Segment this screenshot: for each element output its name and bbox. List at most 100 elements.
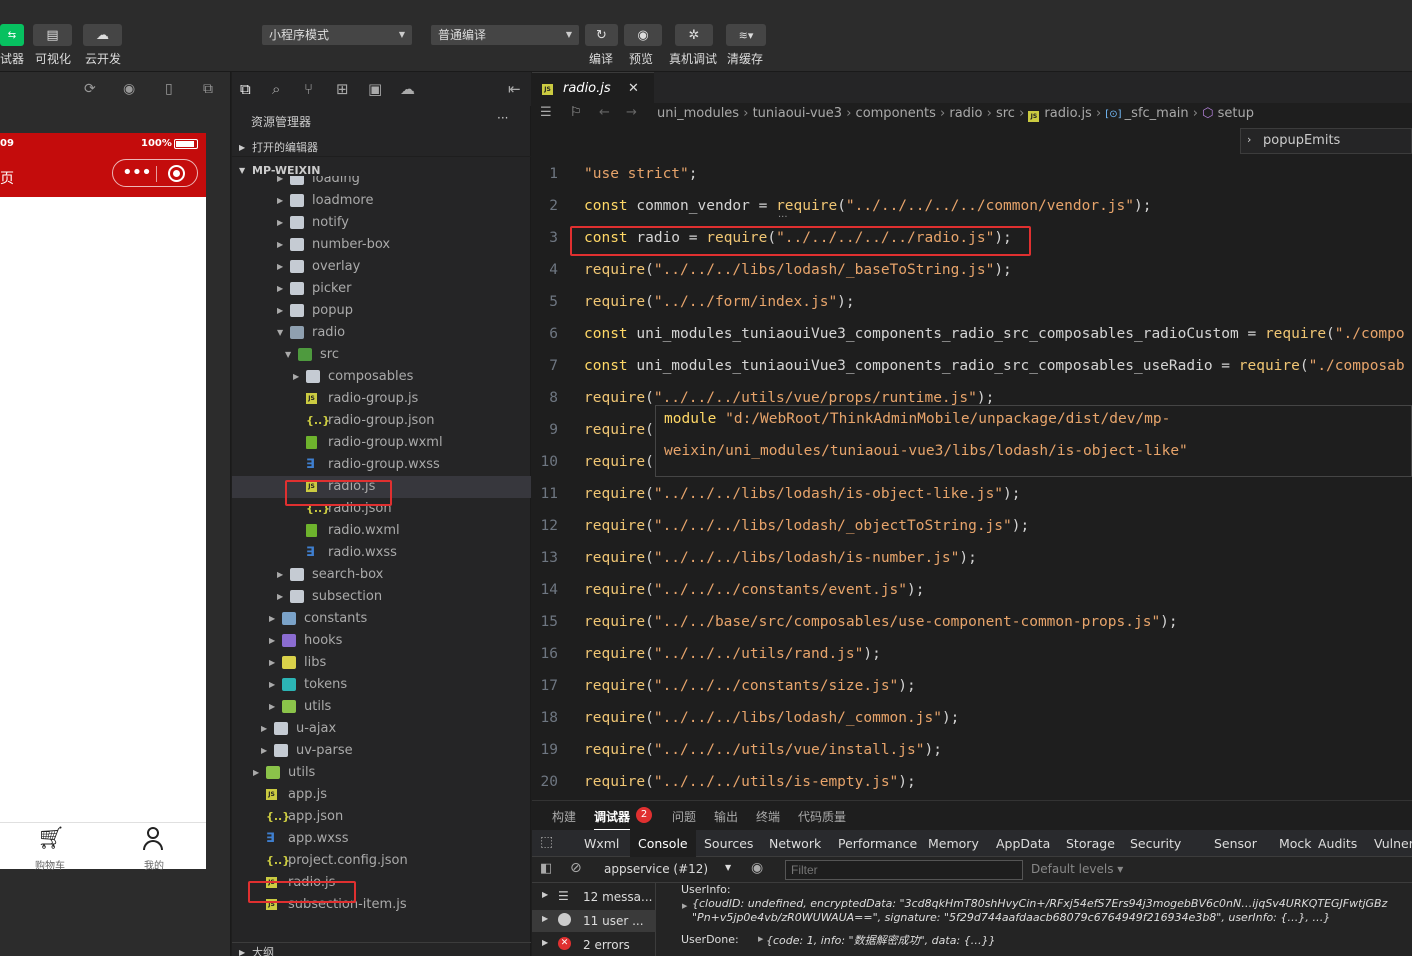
extensions-icon[interactable]: ⊞ bbox=[336, 80, 349, 98]
code-line[interactable]: 11 require("../../../libs/lodash/is-objec… bbox=[532, 478, 1412, 510]
tree-item[interactable]: ∃ radio-group.wxss bbox=[232, 454, 531, 476]
code-line[interactable]: 6 const uni_modules_tuniaouiVue3_componen… bbox=[532, 318, 1412, 350]
devtools-tab[interactable]: Audits bbox=[1318, 830, 1357, 857]
tab-radio-js[interactable]: JS radio.js ✕ bbox=[532, 72, 654, 106]
devtools-tab[interactable]: Vulnera bbox=[1374, 830, 1412, 857]
code-line[interactable]: 7 const uni_modules_tuniaouiVue3_componen… bbox=[532, 350, 1412, 382]
devtools-tab[interactable]: Wxml bbox=[584, 830, 619, 857]
mode-select[interactable]: 小程序模式 ▼ bbox=[262, 25, 412, 45]
collapse-panel-icon[interactable]: ⇤ bbox=[508, 80, 521, 98]
tree-item[interactable]: radio.wxml bbox=[232, 520, 531, 542]
tree-item[interactable]: ▶ number-box bbox=[232, 234, 531, 256]
devtools-tab[interactable]: Network bbox=[769, 830, 821, 857]
clear-console-icon[interactable]: ⊘ bbox=[570, 860, 582, 876]
files-icon[interactable]: ⧉ bbox=[240, 80, 251, 98]
explorer-more-button[interactable]: ··· bbox=[497, 111, 508, 125]
code-line[interactable]: 19 require("../../../utils/vue/install.js… bbox=[532, 734, 1412, 766]
breadcrumb-item[interactable]: src bbox=[996, 106, 1015, 121]
capsule-menu[interactable]: ••• bbox=[112, 159, 198, 187]
tree-item[interactable]: ▶ constants bbox=[232, 608, 531, 630]
tree-item[interactable]: ▶ uv-parse bbox=[232, 740, 531, 762]
outline-section[interactable]: ▶ 大纲 bbox=[232, 942, 531, 956]
compile-select[interactable]: 普通编译 ▼ bbox=[431, 25, 579, 45]
cloud-button[interactable]: ☁ bbox=[83, 24, 122, 46]
breadcrumb-item[interactable]: tuniaoui-vue3 bbox=[753, 106, 843, 121]
log-body-userinfo-1[interactable]: {cloudID: undefined, encryptedData: "3cd… bbox=[692, 897, 1387, 910]
tree-item[interactable]: ▶ utils bbox=[232, 762, 531, 784]
forward-icon[interactable]: → bbox=[626, 105, 637, 120]
breadcrumb-item[interactable]: _sfc_main bbox=[1125, 106, 1189, 121]
tree-item[interactable]: ▶ loading bbox=[232, 176, 531, 190]
source-control-icon[interactable]: ⑂ bbox=[304, 80, 313, 98]
eye-icon[interactable]: ◉ bbox=[751, 860, 763, 876]
tree-item[interactable]: JS radio-group.js bbox=[232, 388, 531, 410]
tree-item[interactable]: ∃ app.wxss bbox=[232, 828, 531, 850]
tree-item[interactable]: radio-group.wxml bbox=[232, 432, 531, 454]
compile-button[interactable]: ↻ bbox=[585, 24, 618, 46]
search-icon[interactable]: ⌕ bbox=[272, 80, 280, 98]
tree-item[interactable]: ▶ overlay bbox=[232, 256, 531, 278]
tree-item[interactable]: {..} radio-group.json bbox=[232, 410, 531, 432]
code-line[interactable]: 1 "use strict"; bbox=[532, 158, 1412, 190]
open-editors-section[interactable]: ▶ 打开的编辑器 bbox=[232, 139, 531, 157]
simulator-toggle-button[interactable]: ⇆ bbox=[0, 24, 24, 46]
cloud-service-icon[interactable]: ☁ bbox=[400, 80, 415, 98]
preview-button[interactable]: ◉ bbox=[624, 24, 662, 46]
chevron-right-icon[interactable]: ▶ bbox=[758, 935, 763, 943]
phone-icon[interactable]: ▯ bbox=[165, 81, 173, 97]
messages-item[interactable]: ▶ ☰ 12 messa... bbox=[532, 886, 656, 908]
tab-mine-label[interactable]: 我的 bbox=[144, 857, 164, 872]
tree-item[interactable]: ▶ tokens bbox=[232, 674, 531, 696]
levels-select[interactable]: Default levels ▾ bbox=[1031, 862, 1123, 876]
code-line[interactable]: 17 require("../../../constants/size.js"); bbox=[532, 670, 1412, 702]
code-line[interactable]: 2 const common_vendor = require("../../..… bbox=[532, 190, 1412, 222]
filter-input[interactable] bbox=[785, 860, 1023, 880]
panel-tab[interactable]: 终端 bbox=[756, 808, 780, 825]
devtools-tab[interactable]: Memory bbox=[928, 830, 979, 857]
code-line[interactable]: 5 require("../../form/index.js"); bbox=[532, 286, 1412, 318]
tree-item[interactable]: ▶ popup bbox=[232, 300, 531, 322]
log-body-userdone[interactable]: {code: 1, info: "数据解密成功", data: {…}} bbox=[766, 932, 996, 948]
tree-item[interactable]: ∃ radio.wxss bbox=[232, 542, 531, 564]
popout-icon[interactable]: ⧉ bbox=[203, 81, 213, 97]
tree-item[interactable]: ▶ u-ajax bbox=[232, 718, 531, 740]
breadcrumb-item[interactable]: uni_modules bbox=[657, 106, 739, 121]
rotate-icon[interactable]: ⟳ bbox=[84, 81, 96, 97]
chevron-right-icon[interactable]: ▶ bbox=[682, 902, 687, 910]
user-messages-item[interactable]: ▶ 11 user ... bbox=[532, 910, 656, 932]
terminal-icon[interactable]: ▣ bbox=[368, 80, 382, 98]
errors-item[interactable]: ▶ ✕ 2 errors bbox=[532, 934, 656, 956]
sidebar-toggle-icon[interactable]: ◧ bbox=[540, 861, 552, 876]
clear-cache-button[interactable]: ≋▾ bbox=[726, 24, 766, 46]
back-icon[interactable]: ← bbox=[599, 105, 610, 120]
tree-item[interactable]: ▶ loadmore bbox=[232, 190, 531, 212]
devtools-tab[interactable]: Performance bbox=[838, 830, 917, 857]
cart-icon[interactable]: 🛒︎ bbox=[37, 826, 65, 851]
devtools-tab[interactable]: Sensor bbox=[1214, 830, 1257, 857]
close-icon[interactable]: ✕ bbox=[628, 81, 639, 96]
panel-tab[interactable]: 代码质量 bbox=[798, 808, 846, 825]
devtools-tab[interactable]: Console bbox=[630, 830, 696, 857]
devtools-tab[interactable]: Security bbox=[1130, 830, 1181, 857]
sticky-scroll-peek[interactable]: › popupEmits bbox=[1240, 128, 1412, 154]
remote-debug-button[interactable]: ✲ bbox=[675, 24, 713, 46]
tab-cart-label[interactable]: 购物车 bbox=[35, 857, 65, 872]
record-icon[interactable]: ◉ bbox=[123, 81, 135, 97]
tree-item[interactable]: ▼ radio bbox=[232, 322, 531, 344]
breadcrumb-item[interactable]: radio.js bbox=[1044, 106, 1091, 121]
tree-item[interactable]: ▶ hooks bbox=[232, 630, 531, 652]
code-line[interactable]: 4 require("../../../libs/lodash/_baseToSt… bbox=[532, 254, 1412, 286]
inspect-icon[interactable]: ⬚ bbox=[540, 834, 553, 850]
bookmark-icon[interactable]: ⚐ bbox=[570, 105, 582, 120]
more-dots-icon[interactable]: ••• bbox=[122, 162, 152, 183]
code-line[interactable]: 15 require("../../base/src/composables/us… bbox=[532, 606, 1412, 638]
tree-item[interactable]: {..} app.json bbox=[232, 806, 531, 828]
tree-item[interactable]: {..} project.config.json bbox=[232, 850, 531, 872]
tree-item[interactable]: ▶ composables bbox=[232, 366, 531, 388]
panel-tab[interactable]: 输出 bbox=[714, 808, 738, 825]
tree-item[interactable]: ▶ utils bbox=[232, 696, 531, 718]
list-icon[interactable]: ☰ bbox=[540, 105, 552, 120]
close-mini-icon[interactable] bbox=[168, 165, 185, 182]
tree-item[interactable]: JS app.js bbox=[232, 784, 531, 806]
panel-tab[interactable]: 调试器 bbox=[594, 808, 631, 831]
